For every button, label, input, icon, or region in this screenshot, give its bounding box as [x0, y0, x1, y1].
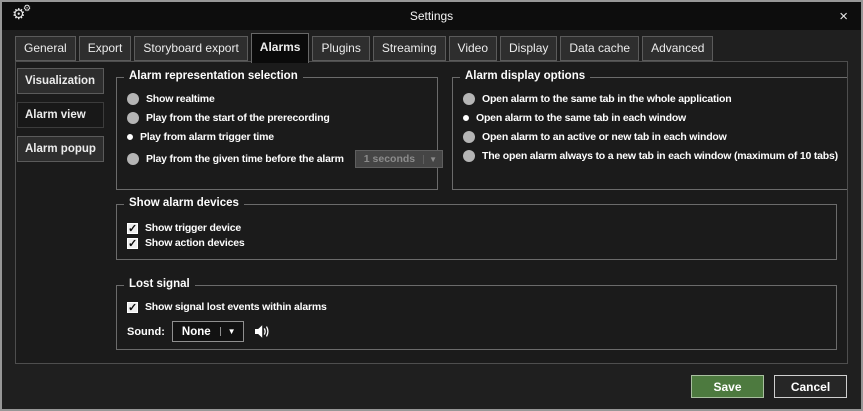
footer: Save Cancel	[2, 364, 861, 409]
group-alarm-display-options: Alarm display options Open alarm to the …	[452, 77, 847, 190]
sidebar-item-visualization[interactable]: Visualization	[17, 68, 104, 94]
tab-plugins[interactable]: Plugins	[312, 36, 369, 61]
checkbox-show-trigger-device[interactable]: Show trigger device	[127, 222, 826, 234]
settings-main: Alarm representation selection Show real…	[104, 62, 847, 363]
checkbox-label: Show trigger device	[145, 222, 241, 234]
checkbox-icon	[127, 238, 138, 249]
radio-show-realtime[interactable]: Show realtime	[127, 93, 427, 105]
speaker-icon[interactable]	[254, 324, 271, 339]
group-lost-signal: Lost signal Show signal lost events with…	[116, 285, 837, 350]
checkbox-label: Show action devices	[145, 237, 244, 249]
radio-play-given-time-before[interactable]: Play from the given time before the alar…	[127, 150, 427, 168]
titlebar: ⚙ ⚙ Settings ×	[2, 2, 861, 30]
checkbox-icon	[127, 302, 138, 313]
sound-dropdown[interactable]: None ▼	[172, 321, 244, 342]
chevron-down-icon: ▼	[220, 327, 243, 336]
checkbox-show-action-devices[interactable]: Show action devices	[127, 237, 826, 249]
radio-label: Open alarm to an active or new tab in ea…	[482, 131, 727, 143]
radio-icon	[127, 153, 139, 165]
gear-small-icon: ⚙	[23, 4, 31, 13]
tab-export[interactable]: Export	[79, 36, 132, 61]
checkbox-show-signal-lost-events[interactable]: Show signal lost events within alarms	[127, 301, 826, 313]
content-panel: Visualization Alarm view Alarm popup Ala…	[15, 61, 848, 364]
window-title: Settings	[2, 9, 861, 23]
radio-icon	[463, 115, 469, 121]
tab-advanced[interactable]: Advanced	[642, 36, 713, 61]
radio-icon	[127, 112, 139, 124]
radio-label: The open alarm always to a new tab in ea…	[482, 150, 838, 162]
time-before-alarm-dropdown: 1 seconds ▼	[355, 150, 443, 168]
sidebar-item-alarm-popup[interactable]: Alarm popup	[17, 136, 104, 162]
tab-video[interactable]: Video	[449, 36, 497, 61]
group-title: Lost signal	[124, 278, 195, 290]
tab-streaming[interactable]: Streaming	[373, 36, 446, 61]
sidebar: Visualization Alarm view Alarm popup	[16, 62, 104, 363]
tab-general[interactable]: General	[15, 36, 76, 61]
cancel-button[interactable]: Cancel	[774, 375, 847, 398]
radio-same-tab-each-window[interactable]: Open alarm to the same tab in each windo…	[463, 112, 838, 124]
radio-icon	[127, 93, 139, 105]
group-alarm-representation: Alarm representation selection Show real…	[116, 77, 438, 190]
radio-icon	[463, 93, 475, 105]
sound-row: Sound: None ▼	[127, 321, 826, 342]
settings-window: ⚙ ⚙ Settings × General Export Storyboard…	[0, 0, 863, 411]
radio-label: Play from the start of the prerecording	[146, 112, 330, 124]
group-title: Alarm representation selection	[124, 70, 303, 82]
radio-icon	[127, 134, 133, 140]
group-title: Alarm display options	[460, 70, 590, 82]
group-title: Show alarm devices	[124, 197, 244, 209]
tab-display[interactable]: Display	[500, 36, 557, 61]
sidebar-item-alarm-view[interactable]: Alarm view	[17, 102, 104, 128]
tab-storyboard-export[interactable]: Storyboard export	[134, 36, 247, 61]
checkbox-label: Show signal lost events within alarms	[145, 301, 327, 313]
chevron-down-icon: ▼	[423, 155, 442, 164]
tab-alarms[interactable]: Alarms	[251, 33, 310, 63]
radio-label: Show realtime	[146, 93, 215, 105]
radio-active-or-new-tab[interactable]: Open alarm to an active or new tab in ea…	[463, 131, 838, 143]
settings-gears-icon: ⚙ ⚙	[12, 6, 34, 26]
tab-data-cache[interactable]: Data cache	[560, 36, 639, 61]
checkbox-icon	[127, 223, 138, 234]
radio-label: Play from the given time before the alar…	[146, 153, 344, 165]
radio-same-tab-whole-application[interactable]: Open alarm to the same tab in the whole …	[463, 93, 838, 105]
radio-play-from-prerecording[interactable]: Play from the start of the prerecording	[127, 112, 427, 124]
dropdown-value: None	[173, 326, 220, 338]
radio-label: Open alarm to the same tab in the whole …	[482, 93, 731, 105]
tab-bar: General Export Storyboard export Alarms …	[2, 30, 861, 61]
radio-label: Play from alarm trigger time	[140, 131, 274, 143]
save-button[interactable]: Save	[691, 375, 764, 398]
radio-label: Open alarm to the same tab in each windo…	[476, 112, 686, 124]
sound-label: Sound:	[127, 326, 165, 338]
close-icon[interactable]: ×	[836, 9, 851, 24]
dropdown-value: 1 seconds	[356, 153, 423, 165]
radio-play-from-trigger-time[interactable]: Play from alarm trigger time	[127, 131, 427, 143]
radio-icon	[463, 150, 475, 162]
group-show-alarm-devices: Show alarm devices Show trigger device S…	[116, 204, 837, 260]
radio-icon	[463, 131, 475, 143]
radio-always-new-tab[interactable]: The open alarm always to a new tab in ea…	[463, 150, 838, 162]
